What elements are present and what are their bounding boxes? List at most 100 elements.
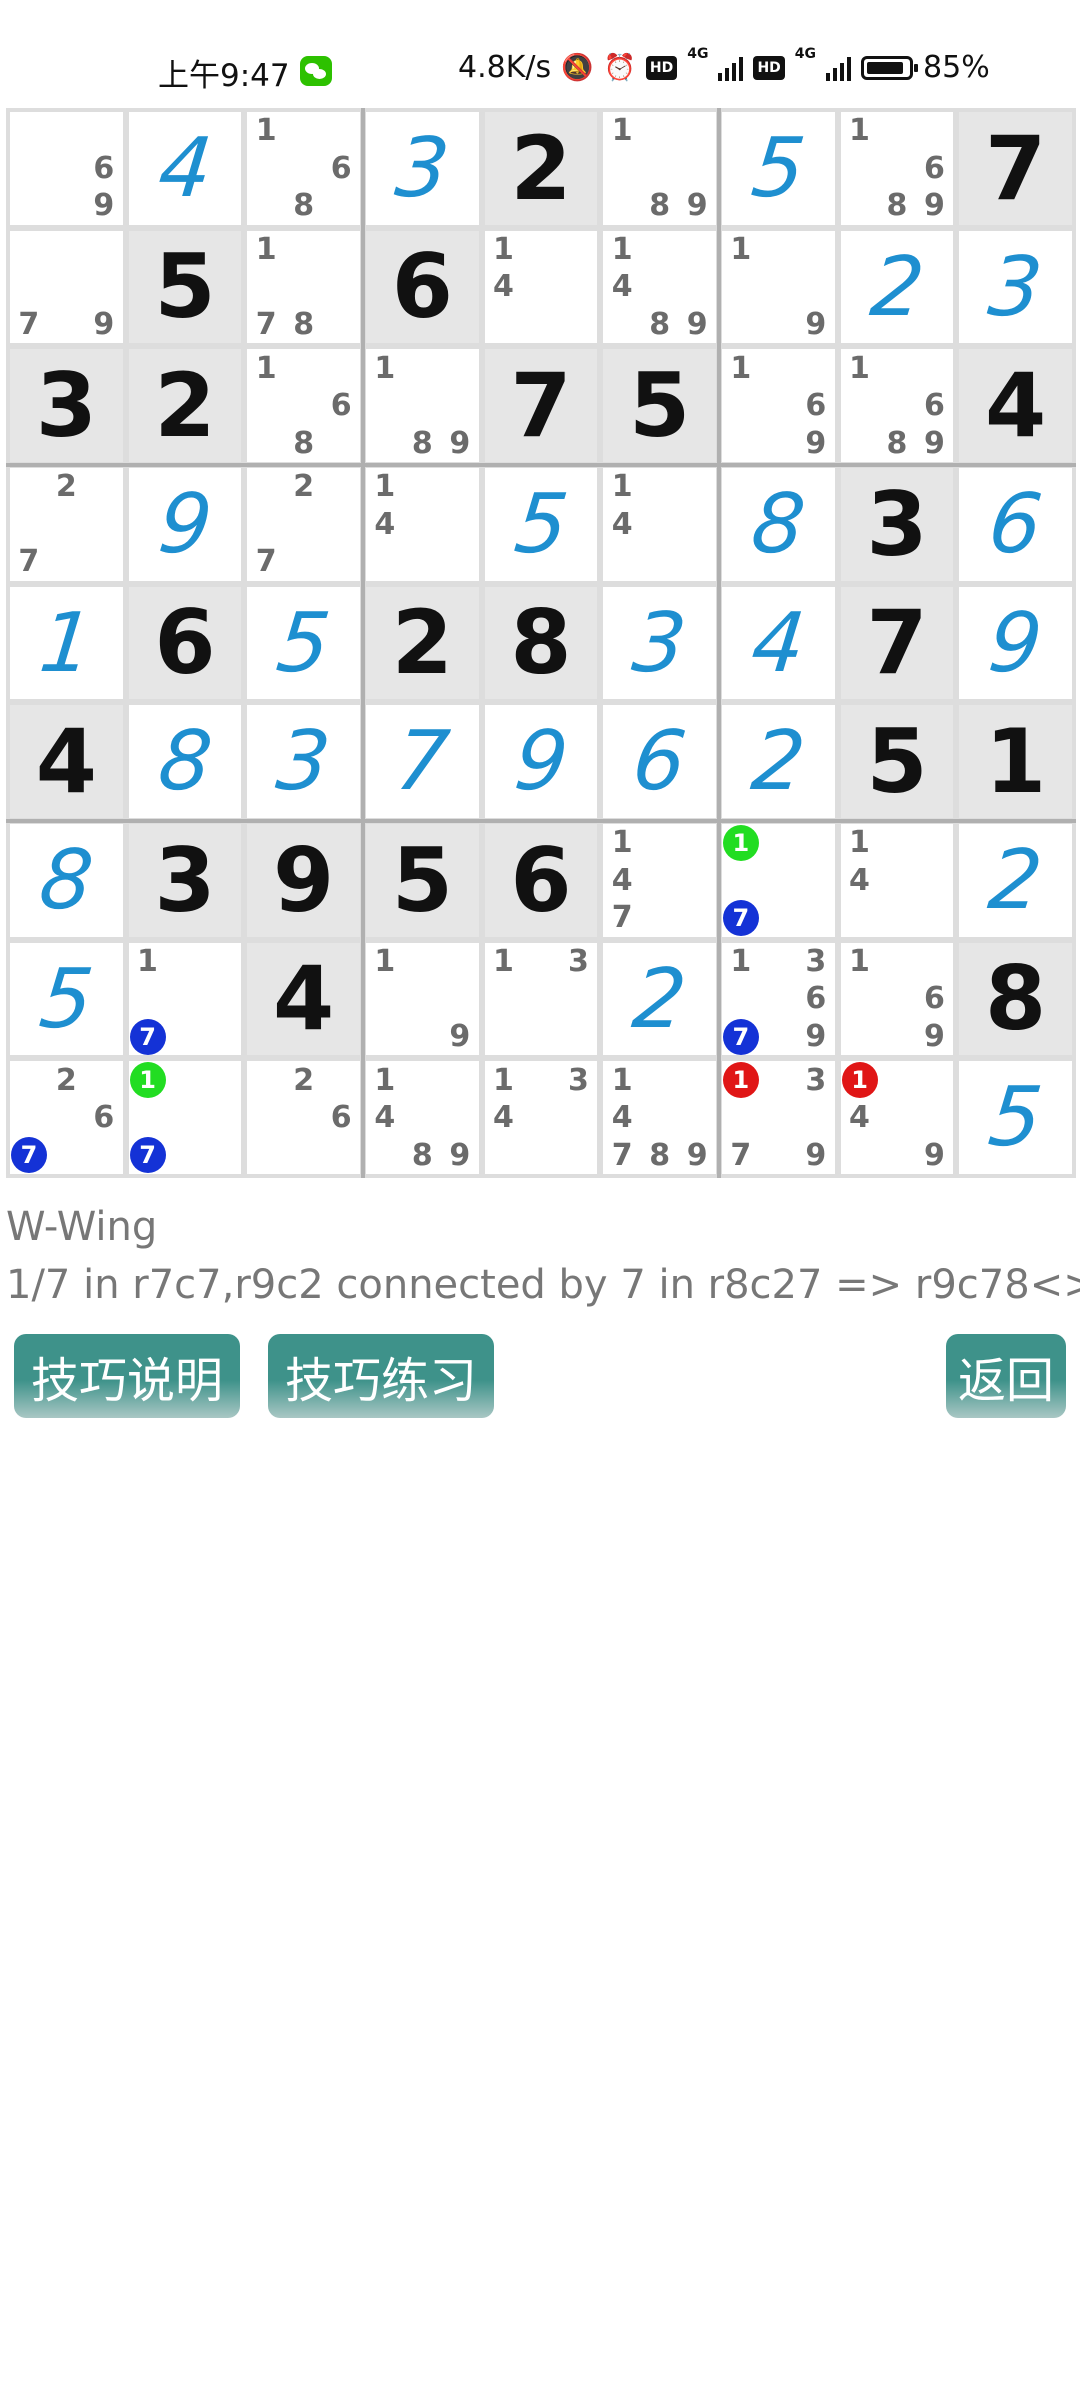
cell-r7c3[interactable]: 9 (247, 823, 360, 937)
cell-r3c9[interactable]: 4 (959, 349, 1072, 462)
cell-r2c7[interactable]: 19 (721, 230, 835, 344)
cell-r1c7[interactable]: 5 (721, 112, 835, 225)
cell-r9c5[interactable]: 1 3 4 (484, 1061, 598, 1174)
cell-r1c9[interactable]: 7 (959, 112, 1072, 225)
cell-r8c3[interactable]: 4 (247, 942, 360, 1056)
cell-r8c2[interactable]: 17 (128, 942, 242, 1056)
cell-r2c8[interactable]: 2 (840, 230, 954, 344)
cell-r7c2[interactable]: 3 (128, 823, 242, 937)
cell-r3c1[interactable]: 3 (10, 349, 123, 462)
cell-r9c7[interactable]: 1 3 7 9 (721, 1061, 835, 1174)
cell-r6c7[interactable]: 2 (721, 705, 835, 818)
candidate-digit: 3 (805, 1062, 827, 1098)
cell-r6c4[interactable]: 7 (365, 705, 479, 818)
cell-r9c9[interactable]: 5 (959, 1061, 1072, 1174)
cell-r1c3[interactable]: 1 68 (247, 112, 360, 225)
cell-r4c1[interactable]: 27 (10, 467, 123, 581)
cell-r5c7[interactable]: 4 (721, 586, 835, 700)
cell-r8c6[interactable]: 2 (603, 942, 716, 1056)
candidate-digit: 4 (849, 1100, 870, 1136)
cell-r2c6[interactable]: 1489 (603, 230, 716, 344)
cell-r1c4[interactable]: 3 (365, 112, 479, 225)
cell-r9c3[interactable]: 26 (247, 1061, 360, 1174)
cell-r6c1[interactable]: 4 (10, 705, 123, 818)
cell-r4c9[interactable]: 6 (959, 467, 1072, 581)
cell-r7c8[interactable]: 14 (840, 823, 954, 937)
cell-r2c5[interactable]: 14 (484, 230, 598, 344)
candidate-digit: 2 (293, 1062, 315, 1098)
cell-r7c7[interactable]: 17 (721, 823, 835, 937)
cell-r8c7[interactable]: 1 36 7 9 (721, 942, 835, 1056)
cell-r1c1[interactable]: 69 (10, 112, 123, 225)
cell-r6c2[interactable]: 8 (128, 705, 242, 818)
cell-r5c9[interactable]: 9 (959, 586, 1072, 700)
cell-r2c4[interactable]: 6 (365, 230, 479, 344)
cell-r9c6[interactable]: 14789 (603, 1061, 716, 1174)
cell-r4c3[interactable]: 27 (247, 467, 360, 581)
technique-practice-button[interactable]: 技巧练习 (268, 1334, 494, 1418)
cell-r4c6[interactable]: 14 (603, 467, 716, 581)
cell-r1c5[interactable]: 2 (484, 112, 598, 225)
cell-r9c4[interactable]: 1489 (365, 1061, 479, 1174)
cell-r9c8[interactable]: 14 9 (840, 1061, 954, 1174)
cell-r3c4[interactable]: 1 89 (365, 349, 479, 462)
cell-r4c5[interactable]: 5 (484, 467, 598, 581)
cell-r3c5[interactable]: 7 (484, 349, 598, 462)
cell-r2c2[interactable]: 5 (128, 230, 242, 344)
cell-r4c8[interactable]: 3 (840, 467, 954, 581)
cell-r8c4[interactable]: 19 (365, 942, 479, 1056)
cell-r8c5[interactable]: 13 (484, 942, 598, 1056)
cell-r6c3[interactable]: 3 (247, 705, 360, 818)
technique-explain-button[interactable]: 技巧说明 (14, 1334, 240, 1418)
entered-digit: 3 (391, 120, 454, 216)
cell-r1c6[interactable]: 1 89 (603, 112, 716, 225)
candidate-digit: 8 (293, 306, 315, 342)
cell-r5c3[interactable]: 5 (247, 586, 360, 700)
cell-r2c9[interactable]: 3 (959, 230, 1072, 344)
cell-r8c9[interactable]: 8 (959, 942, 1072, 1056)
cell-r3c3[interactable]: 1 68 (247, 349, 360, 462)
given-digit: 2 (510, 116, 572, 220)
cell-r1c2[interactable]: 4 (128, 112, 242, 225)
cell-r3c6[interactable]: 5 (603, 349, 716, 462)
cell-r4c2[interactable]: 9 (128, 467, 242, 581)
box-divider-horizontal (6, 819, 1076, 823)
cell-r6c5[interactable]: 9 (484, 705, 598, 818)
cell-r5c1[interactable]: 1 (10, 586, 123, 700)
cell-r6c6[interactable]: 6 (603, 705, 716, 818)
cell-r2c1[interactable]: 79 (10, 230, 123, 344)
cell-r5c2[interactable]: 6 (128, 586, 242, 700)
candidate-marker-blue: 7 (722, 1018, 759, 1055)
cell-r9c2[interactable]: 17 (128, 1061, 242, 1174)
cell-r8c1[interactable]: 5 (10, 942, 123, 1056)
cell-r4c4[interactable]: 14 (365, 467, 479, 581)
cell-r5c4[interactable]: 2 (365, 586, 479, 700)
given-digit: 4 (985, 354, 1047, 458)
cell-r7c9[interactable]: 2 (959, 823, 1072, 937)
cell-r7c1[interactable]: 8 (10, 823, 123, 937)
cell-r7c6[interactable]: 147 (603, 823, 716, 937)
candidate-digit: 4 (611, 506, 633, 542)
cell-r5c6[interactable]: 3 (603, 586, 716, 700)
cell-r6c9[interactable]: 1 (959, 705, 1072, 818)
entered-digit: 1 (35, 595, 98, 691)
cell-r9c1[interactable]: 26 7 (10, 1061, 123, 1174)
cell-r1c8[interactable]: 1689 (840, 112, 954, 225)
cell-r3c2[interactable]: 2 (128, 349, 242, 462)
cell-r4c7[interactable]: 8 (721, 467, 835, 581)
candidate-digit: 1 (374, 469, 396, 505)
cell-r7c4[interactable]: 5 (365, 823, 479, 937)
cell-r3c7[interactable]: 1 69 (721, 349, 835, 462)
cell-r5c8[interactable]: 7 (840, 586, 954, 700)
cell-r2c3[interactable]: 1 78 (247, 230, 360, 344)
candidate-digit: 7 (611, 1137, 633, 1173)
cell-r3c8[interactable]: 1689 (840, 349, 954, 462)
candidate-digit: 6 (330, 150, 352, 186)
cell-r7c5[interactable]: 6 (484, 823, 598, 937)
candidate-digit: 1 (374, 350, 396, 386)
cell-r5c5[interactable]: 8 (484, 586, 598, 700)
candidate-digit: 8 (293, 188, 315, 224)
cell-r6c8[interactable]: 5 (840, 705, 954, 818)
back-button[interactable]: 返回 (946, 1334, 1066, 1418)
cell-r8c8[interactable]: 1 69 (840, 942, 954, 1056)
